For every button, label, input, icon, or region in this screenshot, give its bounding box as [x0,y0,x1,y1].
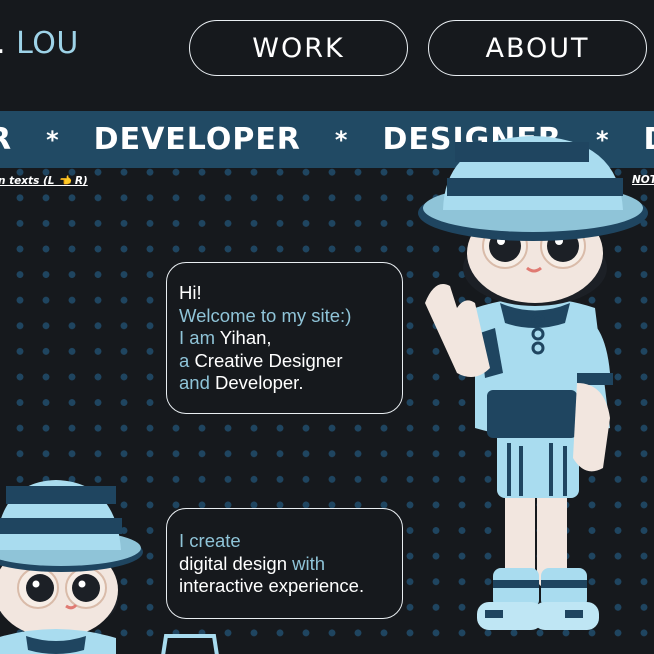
site-logo[interactable]: . LOU [0,26,79,61]
main-character-illustration [418,136,648,630]
drag-hint-text: n texts (L 👈 R) [0,175,88,187]
greeting-line: Hi! [179,282,202,303]
work-nav-button[interactable]: WORK [189,20,408,76]
marquee-item: DEVELOPER [93,122,301,157]
marquee-separator: * [334,125,349,154]
role1-text: Creative Designer [194,349,343,371]
about-nav-button[interactable]: ABOUT [428,20,647,76]
marquee-separator: * [46,125,60,154]
name-prefix: I am [179,327,220,348]
logo-text: LOU [16,26,79,61]
create-line-2: digital design with [179,553,390,576]
laptop-illustration [161,634,219,654]
create-line-3: interactive experience. [179,575,365,596]
create-line-1: I create [179,530,241,551]
role1-prefix: a [179,349,195,371]
welcome-line: Welcome to my site:) [179,304,352,326]
role2-text: Developer. [215,372,304,393]
name-line: I am Yihan, [179,327,390,350]
create-speech-bubble: I create digital design with interactive… [166,508,403,619]
role2-prefix: and [179,372,216,393]
create-line-2-accent: with [292,552,326,574]
role-line-2: and Developer. [179,372,390,395]
name-text: Yihan, [219,327,272,348]
marquee-item: R [0,122,12,157]
intro-speech-bubble: Hi! Welcome to my site:) I am Yihan, a C… [166,262,403,414]
logo-dot: . [0,26,6,61]
create-line-2-main: digital design [179,552,293,574]
role-line-1: a Creative Designer [179,350,390,373]
small-character-illustration [0,480,143,654]
